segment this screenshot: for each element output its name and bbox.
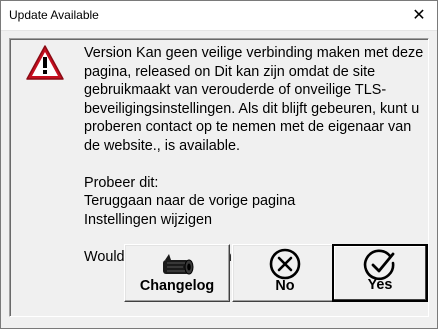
changelog-button-label: Changelog <box>139 278 215 294</box>
dialog-message: Version Kan geen veilige verbinding make… <box>84 45 424 265</box>
title-bar[interactable]: Update Available ✕ <box>1 1 437 31</box>
no-button-label: No <box>275 278 295 294</box>
update-dialog-window: Update Available ✕ Version Kan geen veil… <box>0 0 438 329</box>
message-panel: Version Kan geen veilige verbinding make… <box>9 38 429 317</box>
yes-button-label: Yes <box>367 277 393 293</box>
warning-icon <box>26 45 64 80</box>
log-icon <box>163 254 194 275</box>
yes-button[interactable]: Yes <box>332 244 428 302</box>
circle-x-icon <box>269 248 301 280</box>
no-button[interactable]: No <box>232 244 338 302</box>
close-icon[interactable]: ✕ <box>409 6 429 26</box>
changelog-button[interactable]: Changelog <box>124 244 230 302</box>
window-title: Update Available <box>9 8 99 22</box>
